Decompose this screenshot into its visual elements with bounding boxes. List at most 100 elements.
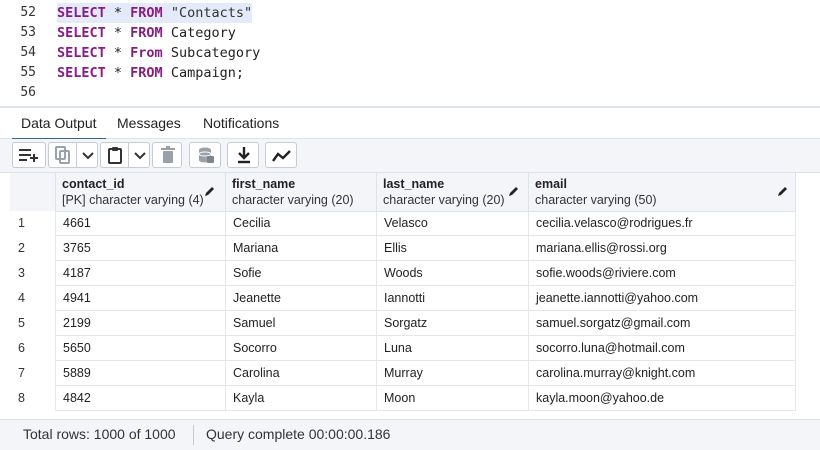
delete-button[interactable]: [152, 142, 182, 168]
table-row[interactable]: 4 4941 Jeanette Iannotti jeanette.iannotti@y…: [10, 286, 796, 311]
status-bar: Total rows: 1000 of 1000 Query complete …: [0, 419, 820, 450]
sql-editor[interactable]: 52 SELECT * FROM "Contacts" 53 SELECT * …: [0, 0, 820, 106]
table-row[interactable]: 3 4187 Sofie Woods sofie.woods@riviere.com: [10, 261, 796, 286]
last-name-cell[interactable]: Velasco: [377, 211, 529, 236]
contact-id-cell[interactable]: 4842: [56, 386, 226, 411]
column-type: character varying (20): [232, 193, 354, 207]
contact-id-cell[interactable]: 4661: [56, 211, 226, 236]
column-header-email[interactable]: email character varying (50): [529, 173, 796, 211]
contact-id-cell[interactable]: 4187: [56, 261, 226, 286]
grid-empty-area: [796, 173, 820, 419]
last-name-cell[interactable]: Sorgatz: [377, 311, 529, 336]
last-name-cell[interactable]: Murray: [377, 361, 529, 386]
last-name-cell[interactable]: Luna: [377, 336, 529, 361]
code-text[interactable]: SELECT * FROM Campaign;: [57, 63, 244, 83]
line-number: 52: [20, 5, 36, 20]
code-text[interactable]: SELECT * FROM "Contacts": [57, 3, 253, 23]
row-number-cell[interactable]: 5: [10, 311, 56, 336]
last-name-cell[interactable]: Moon: [377, 386, 529, 411]
first-name-cell[interactable]: Mariana: [226, 236, 377, 261]
column-header-last-name[interactable]: last_name character varying (20): [377, 173, 529, 211]
last-name-cell[interactable]: Ellis: [377, 236, 529, 261]
chevron-down-icon: [134, 152, 146, 160]
column-type: character varying (50): [535, 193, 657, 207]
line-number: 53: [20, 25, 36, 40]
row-number-cell[interactable]: 2: [10, 236, 56, 261]
last-name-cell[interactable]: Woods: [377, 261, 529, 286]
column-header-contact-id[interactable]: contact_id [PK] character varying (4): [56, 173, 226, 211]
row-number-cell[interactable]: 1: [10, 211, 56, 236]
column-name: last_name: [383, 177, 445, 191]
graph-icon: [272, 150, 291, 162]
status-divider: [193, 425, 194, 445]
table-row[interactable]: 2 3765 Mariana Ellis mariana.ellis@rossi.org: [10, 236, 796, 261]
row-number-cell[interactable]: 6: [10, 336, 56, 361]
contact-id-cell[interactable]: 4941: [56, 286, 226, 311]
line-number: 56: [20, 85, 36, 100]
contact-id-cell[interactable]: 5650: [56, 336, 226, 361]
line-number: 55: [20, 65, 36, 80]
chevron-down-icon: [82, 152, 94, 160]
first-name-cell[interactable]: Sofie: [226, 261, 377, 286]
code-line[interactable]: 56: [0, 83, 820, 103]
table-row[interactable]: 1 4661 Cecilia Velasco cecilia.velasco@rodri…: [10, 211, 796, 236]
pencil-icon[interactable]: [508, 185, 520, 197]
row-number-cell[interactable]: 8: [10, 386, 56, 411]
first-name-cell[interactable]: Carolina: [226, 361, 377, 386]
table-row[interactable]: 6 5650 Socorro Luna socorro.luna@hotmail.com: [10, 336, 796, 361]
pencil-icon[interactable]: [204, 185, 216, 197]
row-number-cell[interactable]: 4: [10, 286, 56, 311]
download-button[interactable]: [227, 142, 259, 168]
column-header-first-name[interactable]: first_name character varying (20): [226, 173, 377, 211]
table-row[interactable]: 5 2199 Samuel Sorgatz samuel.sorgatz@gmail.c…: [10, 311, 796, 336]
first-name-cell[interactable]: Cecilia: [226, 211, 377, 236]
first-name-cell[interactable]: Samuel: [226, 311, 377, 336]
first-name-cell[interactable]: Jeanette: [226, 286, 377, 311]
copy-button[interactable]: [48, 142, 76, 168]
contact-id-cell[interactable]: 5889: [56, 361, 226, 386]
copy-icon: [55, 146, 70, 164]
data-toolbar: [0, 139, 820, 173]
row-number-cell[interactable]: 3: [10, 261, 56, 286]
row-number-cell[interactable]: 7: [10, 361, 56, 386]
email-cell[interactable]: kayla.moon@yahoo.de: [529, 386, 796, 411]
email-cell[interactable]: sofie.woods@riviere.com: [529, 261, 796, 286]
column-name: first_name: [232, 177, 296, 191]
last-name-cell[interactable]: Iannotti: [377, 286, 529, 311]
code-line[interactable]: 54 SELECT * From Subcategory: [0, 43, 820, 63]
copy-options-button[interactable]: [76, 142, 98, 168]
email-cell[interactable]: carolina.murray@knight.com: [529, 361, 796, 386]
tab-notifications[interactable]: Notifications: [203, 113, 279, 135]
code-text[interactable]: SELECT * From Subcategory: [57, 43, 260, 63]
code-text[interactable]: SELECT * FROM Category: [57, 23, 236, 43]
first-name-cell[interactable]: Kayla: [226, 386, 377, 411]
contact-id-cell[interactable]: 2199: [56, 311, 226, 336]
add-row-button[interactable]: [12, 142, 46, 168]
email-cell[interactable]: socorro.luna@hotmail.com: [529, 336, 796, 361]
grid-header: contact_id [PK] character varying (4) fi…: [10, 173, 796, 212]
paste-options-button[interactable]: [128, 142, 150, 168]
table-row[interactable]: 8 4842 Kayla Moon kayla.moon@yahoo.de: [10, 386, 796, 411]
email-cell[interactable]: jeanette.iannotti@yahoo.com: [529, 286, 796, 311]
table-row[interactable]: 7 5889 Carolina Murray carolina.murray@knigh…: [10, 361, 796, 386]
save-data-button[interactable]: [189, 142, 221, 168]
code-line[interactable]: 55 SELECT * FROM Campaign;: [0, 63, 820, 83]
email-cell[interactable]: samuel.sorgatz@gmail.com: [529, 311, 796, 336]
graph-visualiser-button[interactable]: [265, 142, 297, 168]
email-cell[interactable]: mariana.ellis@rossi.org: [529, 236, 796, 261]
column-name: email: [535, 177, 567, 191]
data-grid[interactable]: contact_id [PK] character varying (4) fi…: [10, 173, 820, 419]
paste-icon: [108, 147, 122, 164]
download-icon: [238, 147, 250, 164]
tab-data-output[interactable]: Data Output: [12, 113, 105, 140]
code-line[interactable]: 53 SELECT * FROM Category: [0, 23, 820, 43]
first-name-cell[interactable]: Socorro: [226, 336, 377, 361]
contact-id-cell[interactable]: 3765: [56, 236, 226, 261]
tab-messages[interactable]: Messages: [117, 113, 181, 135]
column-name: contact_id: [62, 177, 125, 191]
code-line[interactable]: 52 SELECT * FROM "Contacts": [0, 3, 820, 23]
email-cell[interactable]: cecilia.velasco@rodrigues.fr: [529, 211, 796, 236]
row-number-header[interactable]: [10, 173, 56, 211]
paste-button[interactable]: [100, 142, 128, 168]
pencil-icon[interactable]: [777, 185, 789, 197]
